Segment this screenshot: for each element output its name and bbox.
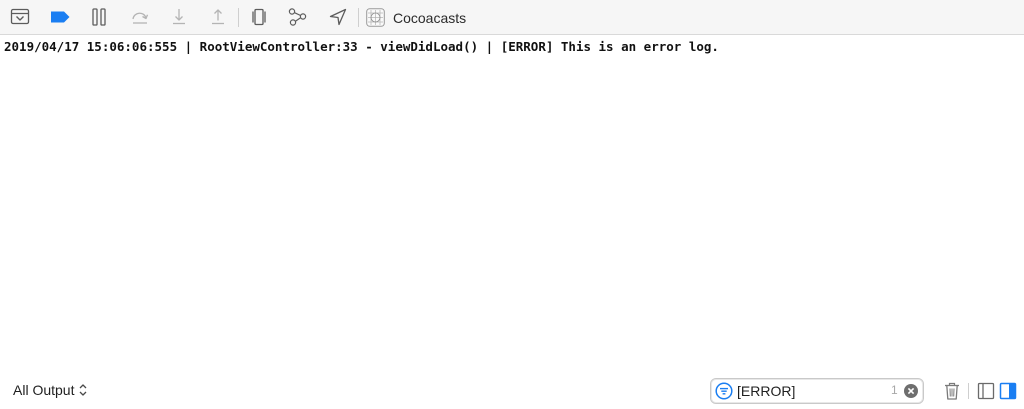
log-line: 2019/04/17 15:06:06:555 | RootViewContro…: [4, 39, 719, 54]
trash-icon: [945, 382, 959, 400]
step-out-button[interactable]: [205, 4, 231, 30]
up-down-chevron-icon: [80, 384, 87, 396]
show-console-view-button[interactable]: [996, 379, 1020, 403]
right-panel-icon: [999, 382, 1017, 400]
simulate-location-button[interactable]: [325, 4, 351, 30]
clear-console-button[interactable]: [940, 379, 964, 403]
filter-match-count: 1: [891, 383, 898, 397]
console-bottom-bar: All Output 1: [0, 372, 1024, 409]
pause-icon: [92, 8, 106, 26]
memory-graph-icon: [288, 8, 307, 26]
step-over-button[interactable]: [127, 4, 153, 30]
step-into-button[interactable]: [166, 4, 192, 30]
console-filter-field[interactable]: 1: [710, 378, 924, 404]
debug-console-window: Cocoacasts 2019/04/17 15:06:06:555 | Roo…: [0, 0, 1024, 409]
left-panel-icon: [977, 382, 995, 400]
step-out-icon: [212, 9, 224, 25]
output-scope-label: All Output: [13, 382, 75, 398]
debug-view-hierarchy-button[interactable]: [246, 4, 272, 30]
app-target-icon: [366, 8, 385, 27]
step-into-icon: [173, 9, 185, 25]
debug-toolbar: Cocoacasts: [0, 0, 1024, 35]
console-output[interactable]: 2019/04/17 15:06:06:555 | RootViewContro…: [0, 36, 1024, 372]
breakpoint-icon: [51, 11, 70, 23]
debug-memory-graph-button[interactable]: [285, 4, 311, 30]
bottom-bar-separator: [968, 383, 969, 399]
location-arrow-icon: [329, 8, 347, 26]
step-over-icon: [132, 12, 149, 24]
show-variables-view-button[interactable]: [974, 379, 998, 403]
toolbar-separator: [238, 8, 239, 27]
output-scope-popup[interactable]: All Output: [13, 382, 88, 398]
filter-icon: [715, 382, 733, 400]
filter-input[interactable]: [737, 381, 887, 401]
process-target[interactable]: Cocoacasts: [366, 7, 466, 28]
hide-debug-area-icon: [10, 8, 30, 25]
toolbar-separator: [358, 8, 359, 27]
view-hierarchy-icon: [252, 8, 266, 26]
breakpoints-toggle-button[interactable]: [47, 4, 73, 30]
target-name: Cocoacasts: [393, 9, 467, 26]
hide-debug-area-button[interactable]: [7, 4, 33, 30]
pause-button[interactable]: [86, 4, 112, 30]
clear-filter-icon[interactable]: [904, 384, 918, 398]
